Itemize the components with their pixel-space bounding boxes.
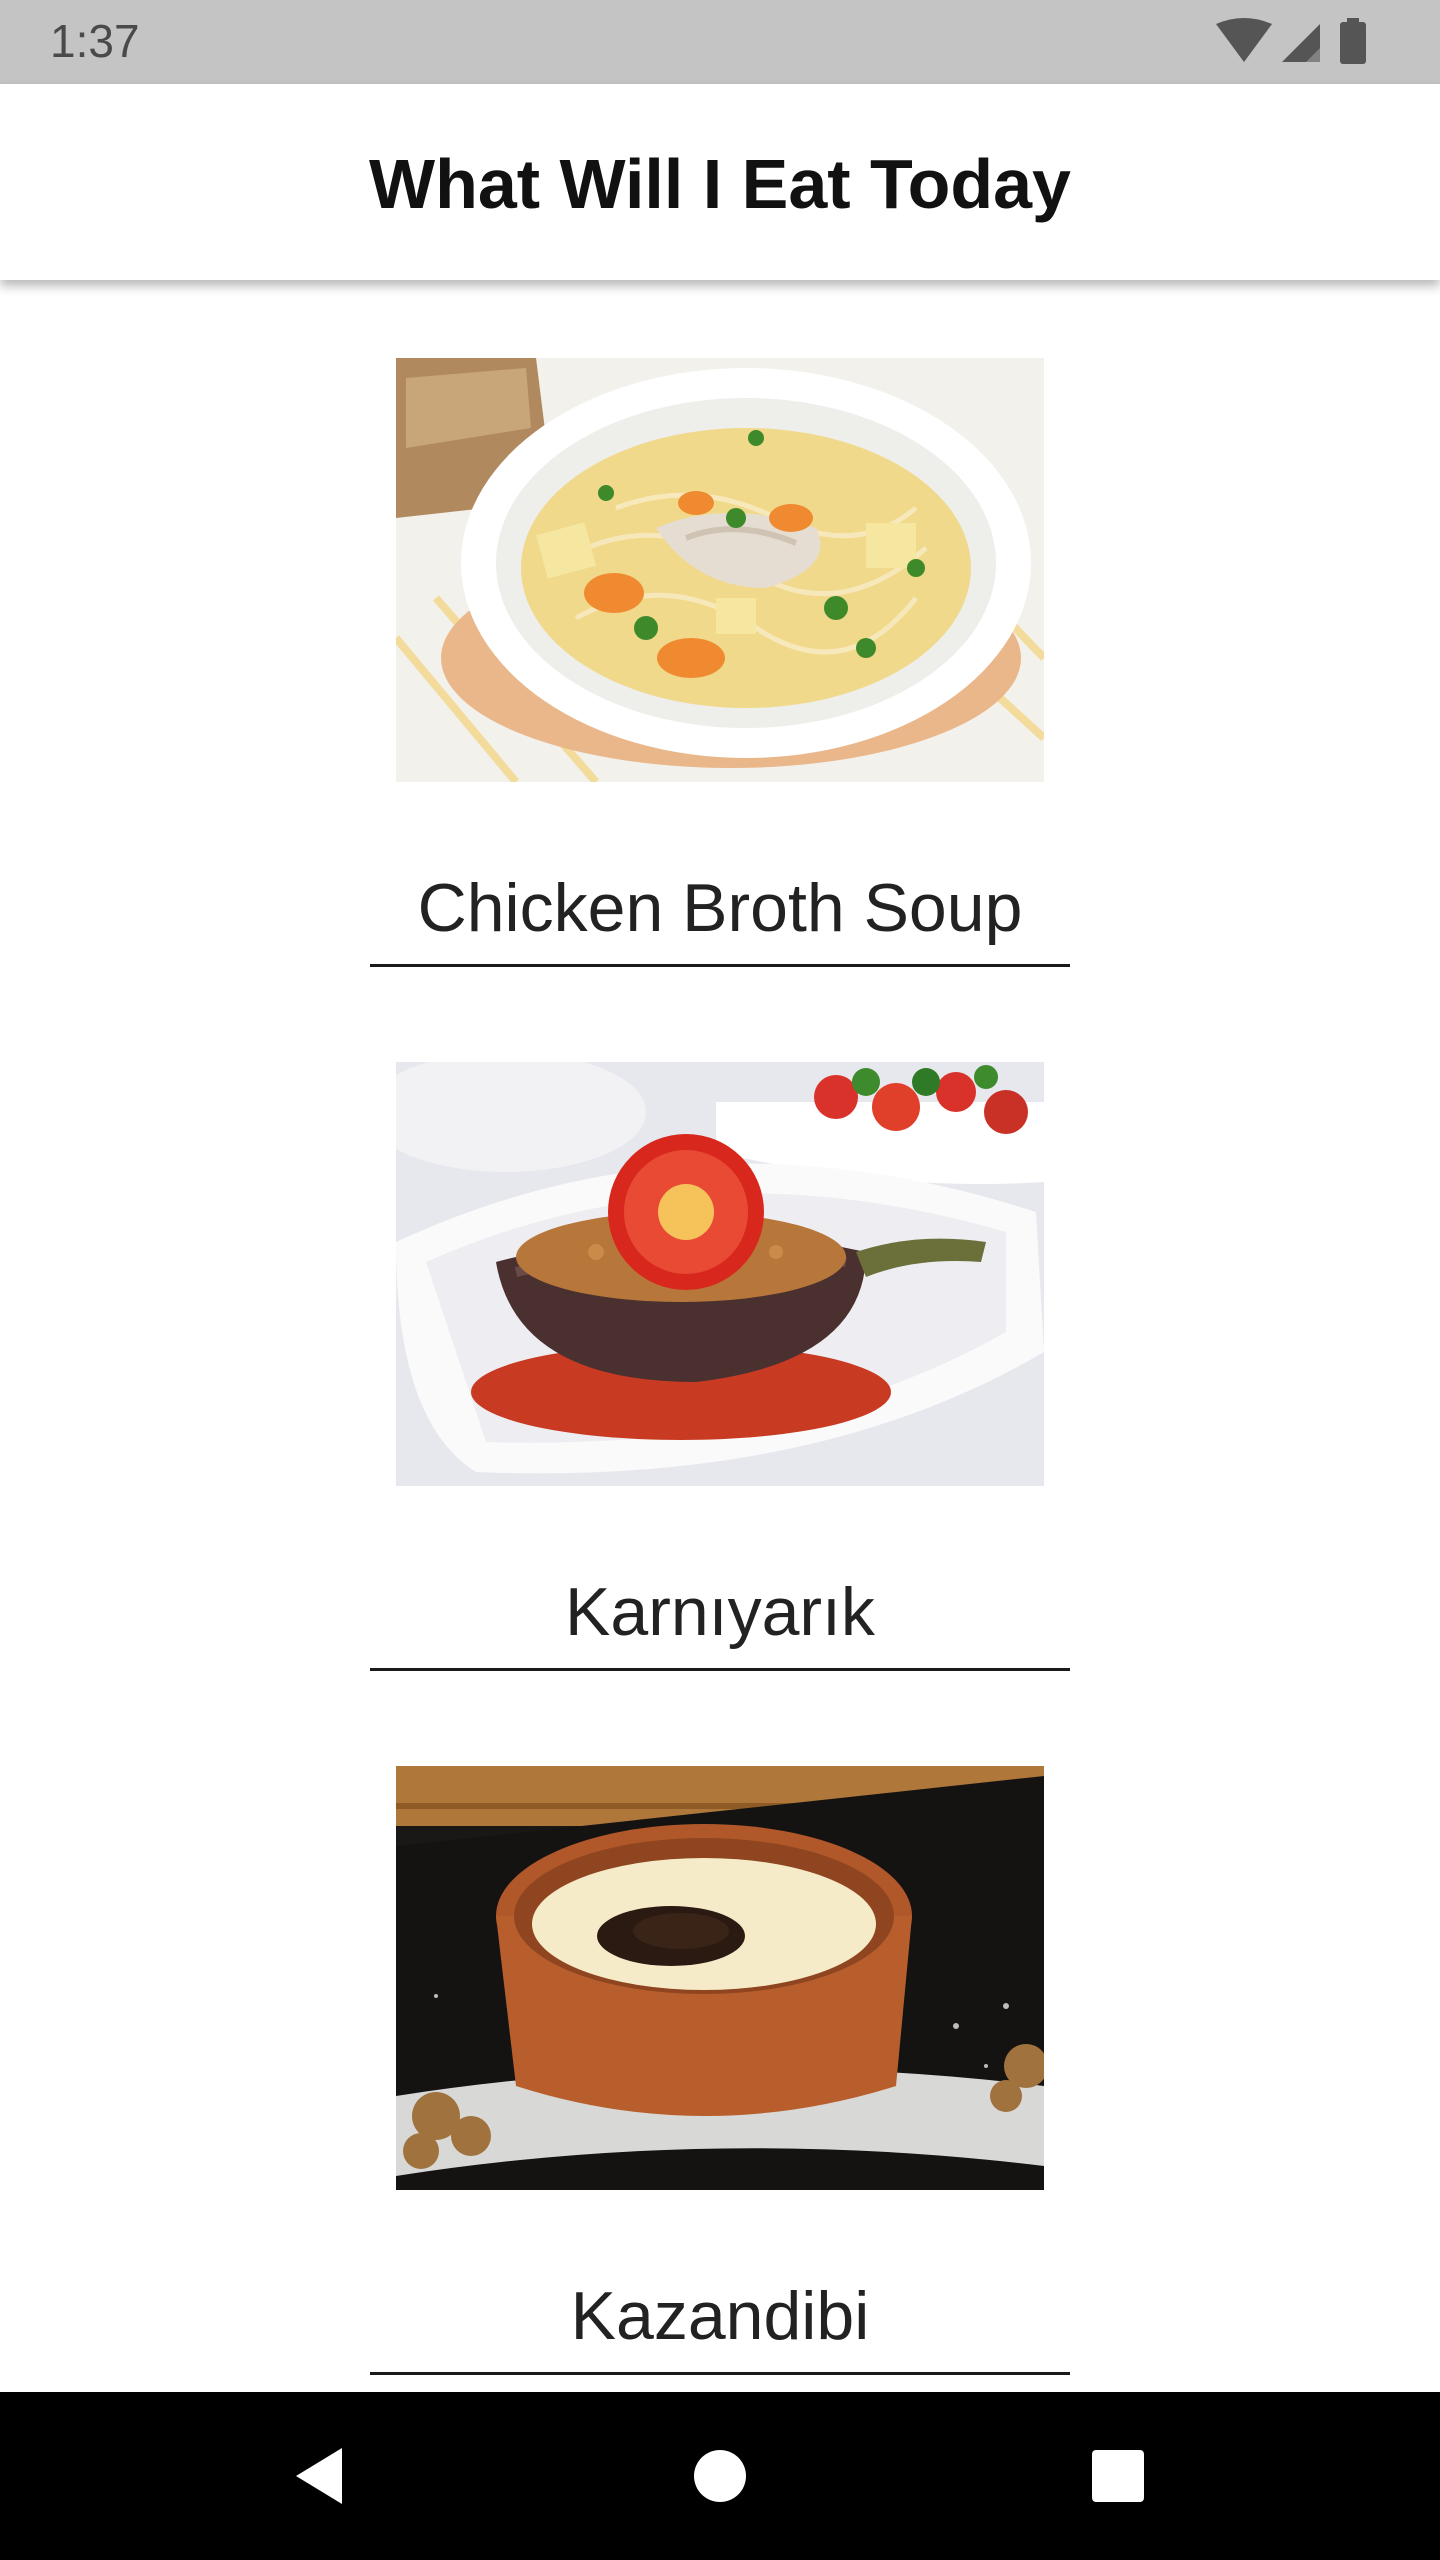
list-item-kazandibi[interactable]: Kazandibi <box>0 1688 1440 2392</box>
food-name-underline <box>370 964 1070 967</box>
list-item-karniyarik[interactable]: Karnıyarık <box>0 984 1440 1688</box>
chicken-broth-soup-image[interactable] <box>396 358 1044 782</box>
wifi-icon <box>1216 18 1272 62</box>
food-name[interactable]: Kazandibi <box>370 2276 1070 2356</box>
list-item-chicken-broth-soup[interactable]: Chicken Broth Soup <box>0 280 1440 984</box>
home-icon[interactable] <box>680 2436 760 2516</box>
nav-bar <box>0 2392 1440 2560</box>
recents-icon[interactable] <box>1078 2436 1158 2516</box>
food-name[interactable]: Chicken Broth Soup <box>370 868 1070 948</box>
food-name-underline <box>370 1668 1070 1671</box>
battery-icon <box>1340 18 1366 64</box>
cell-signal-icon <box>1282 24 1320 62</box>
status-icons <box>1212 18 1392 66</box>
food-name[interactable]: Karnıyarık <box>370 1572 1070 1652</box>
status-bar: 1:37 <box>0 0 1440 84</box>
app-bar: What Will I Eat Today <box>0 84 1440 280</box>
back-icon[interactable] <box>280 2436 360 2516</box>
status-time: 1:37 <box>50 15 140 67</box>
page-title: What Will I Eat Today <box>369 145 1071 223</box>
food-list[interactable]: Chicken Broth Soup Karnıyarık Kazandibi <box>0 280 1440 2392</box>
karniyarik-image[interactable] <box>396 1062 1044 1486</box>
food-name-underline <box>370 2372 1070 2375</box>
kazandibi-image[interactable] <box>396 1766 1044 2190</box>
